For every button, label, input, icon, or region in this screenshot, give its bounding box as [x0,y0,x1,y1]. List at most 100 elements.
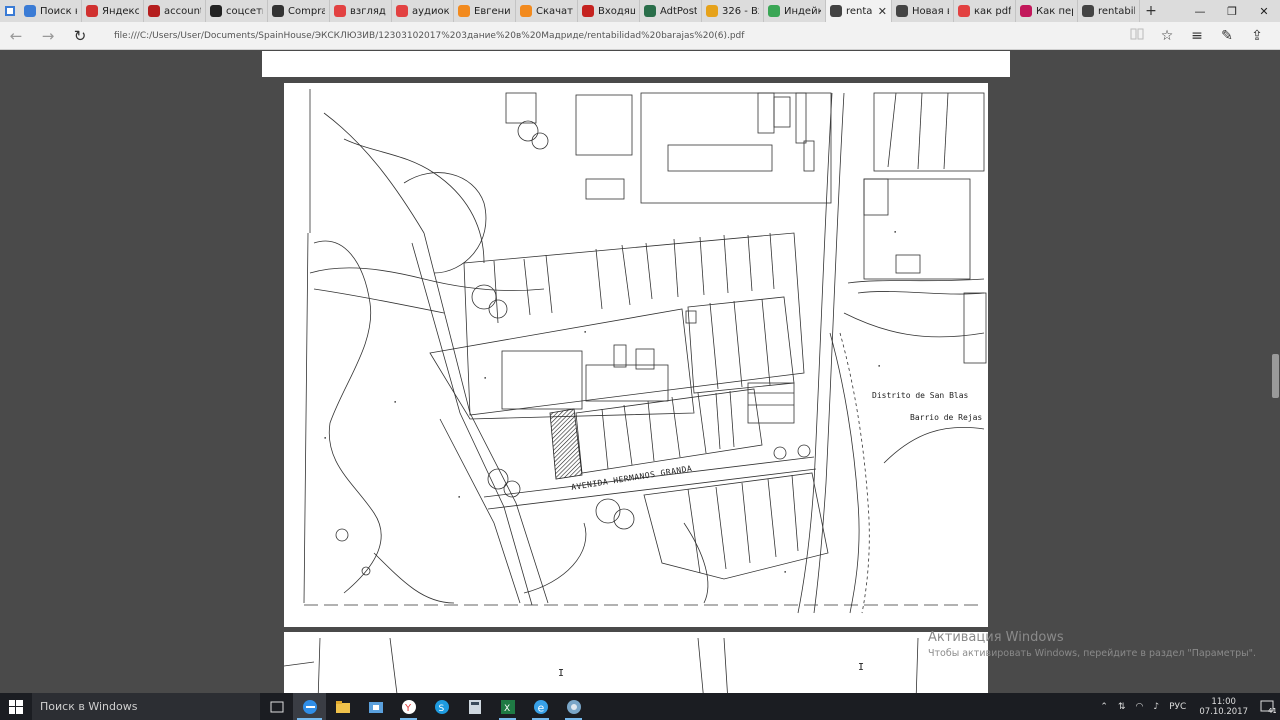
new-tab-button[interactable]: + [1140,0,1162,22]
action-center-icon[interactable]: 41 [1256,693,1280,720]
minimize-button[interactable]: — [1184,0,1216,22]
refresh-button[interactable]: ↻ [64,22,96,50]
edge-blue-icon [24,5,36,17]
leaf-icon [768,5,780,17]
browser-tab[interactable]: Индейка [764,0,826,22]
reading-icon [1082,5,1094,17]
browser-tab[interactable]: Как пере [1016,0,1078,22]
browser-tab[interactable]: Скачать [516,0,578,22]
address-bar: ← → ↻ file:///C:/Users/User/Documents/Sp… [0,22,1280,50]
windows-logo-icon [9,699,23,714]
close-tab-icon[interactable]: ✕ [878,5,887,18]
file-explorer-icon[interactable] [326,693,359,720]
reading-view-icon[interactable] [1122,28,1152,44]
tab-title: Входящ [598,5,635,17]
tab-title: Поиск н [40,5,77,17]
clock[interactable]: 11:00 07.10.2017 [1199,697,1248,717]
show-hidden-icons-icon[interactable]: ⌃ [1100,702,1108,712]
yandex-browser-icon[interactable]: Y [392,693,425,720]
excel-icon[interactable]: X [491,693,524,720]
m-icon [210,5,222,17]
tab-title: Евгений [474,5,511,17]
share-icon[interactable]: ⇪ [1242,28,1272,44]
orange-icon [458,5,470,17]
calculator-icon[interactable] [458,693,491,720]
store-icon[interactable] [359,693,392,720]
start-button[interactable] [0,693,32,720]
edge-taskbar-icon[interactable] [293,693,326,720]
app-icon[interactable] [557,693,590,720]
pdf-page-previous [262,51,1010,77]
volume-icon[interactable]: ♪ [1153,702,1159,712]
hub-icon[interactable]: ≡ [1182,28,1212,44]
url-field[interactable]: file:///C:/Users/User/Documents/SpainHou… [114,31,1122,41]
task-view-icon[interactable] [260,693,293,720]
svg-text:e: e [537,701,544,714]
maximize-button[interactable]: ❐ [1216,0,1248,22]
svg-text:Y: Y [404,703,412,714]
tab-title: Яндекс.Г [102,5,139,17]
tab-title: renta [846,5,873,17]
close-window-button[interactable]: ✕ [1248,0,1280,22]
browser-tab[interactable]: Новая вї [892,0,954,22]
svg-text:▪: ▪ [878,363,880,368]
gear-icon [644,5,656,17]
svg-text:▪: ▪ [584,329,586,334]
windows-activation-watermark: Активация Windows Чтобы активировать Win… [928,630,1256,659]
language-indicator[interactable]: РУС [1169,702,1186,712]
next-page-mark-1: I [558,668,565,679]
svg-text:▪: ▪ [784,569,786,574]
district-label: Distrito de San Blas [872,391,969,400]
taskbar: Поиск в Windows Y S X e ⌃ ⇅ ◠ ♪ РУС 11:0… [0,693,1280,720]
notification-count: 41 [1268,707,1276,714]
web-note-icon[interactable]: ✎ [1212,28,1242,44]
vertical-scrollbar[interactable] [1270,51,1280,693]
browser-tab[interactable]: Поиск н [20,0,82,22]
tab-title: как pdf r [974,5,1011,17]
tab-title: соцсети [226,5,263,17]
site-plan-drawing: ▪ ▪ ▪ ▪ ▪ ▪ ▪ ▪ [303,89,987,614]
scroll-thumb[interactable] [1272,354,1279,398]
fc-icon [272,5,284,17]
browser-tab[interactable]: Comprar [268,0,330,22]
browser-tab[interactable]: соцсети [206,0,268,22]
yandex-icon [396,5,408,17]
tab-title: аудиокні [412,5,449,17]
triangle-icon [706,5,718,17]
browser-tab[interactable]: AdtPosta [640,0,702,22]
reading-icon [830,5,842,17]
tab-actions-icon[interactable] [0,0,20,22]
barrio-label: Barrio de Rejas [910,413,983,422]
internet-explorer-icon[interactable]: e [524,693,557,720]
browser-tab[interactable]: Яндекс.Г [82,0,144,22]
browser-tab[interactable]: Евгений [454,0,516,22]
next-page-mark-2: I [858,662,865,673]
tab-title: AdtPosta [660,5,697,17]
favorite-star-icon[interactable]: ☆ [1152,28,1182,44]
wifi-icon[interactable]: ◠ [1136,702,1144,712]
svg-text:▪: ▪ [894,229,896,234]
browser-tab[interactable]: rentabilic [1078,0,1140,22]
browser-tab[interactable]: 326 - Вхс [702,0,764,22]
browser-tab[interactable]: аудиокні [392,0,454,22]
skype-icon[interactable]: S [425,693,458,720]
gmail-icon [582,5,594,17]
browser-tab[interactable]: как pdf r [954,0,1016,22]
pdf-page-next: I I [284,632,988,693]
back-button[interactable]: ← [0,22,32,50]
clock-date: 07.10.2017 [1199,706,1248,717]
forward-button[interactable]: → [32,22,64,50]
tab-title: Comprar [288,5,325,17]
browser-tab[interactable]: account.l [144,0,206,22]
svg-text:S: S [438,704,444,714]
browser-tab[interactable]: взгляд и [330,0,392,22]
clock-time: 11:00 [1211,696,1236,707]
browser-tab[interactable]: Входящ [578,0,640,22]
pdf-viewer[interactable]: ▪ ▪ ▪ ▪ ▪ ▪ ▪ ▪ Distrito de San Blas Barrio … [0,51,1280,693]
network-activity-icon[interactable]: ⇅ [1118,702,1126,712]
svg-text:▪: ▪ [484,375,486,380]
browser-tab[interactable]: renta ✕ [826,0,892,22]
pink-icon [1020,5,1032,17]
system-tray: ⌃ ⇅ ◠ ♪ РУС 11:00 07.10.2017 41 [1095,693,1280,720]
taskbar-search-input[interactable]: Поиск в Windows [32,693,260,720]
